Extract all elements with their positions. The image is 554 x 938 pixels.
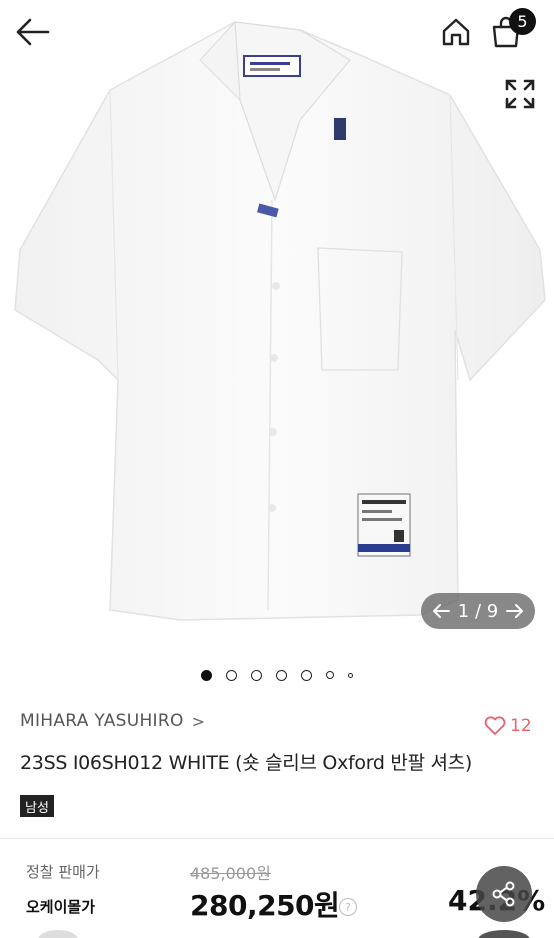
back-button[interactable] [10,10,54,54]
product-image-gallery[interactable]: 5 1 / 9 [0,0,554,650]
previous-image-button[interactable] [431,601,451,621]
heart-icon [484,716,506,735]
like-count: 12 [510,716,532,736]
bottom-bar-element [478,930,530,938]
image-counter-text: 1 / 9 [457,600,499,622]
arrow-right-icon [505,604,523,618]
pagination-dot[interactable] [326,671,334,679]
pagination-dot[interactable] [276,669,287,681]
pagination-dot[interactable] [201,669,212,681]
home-icon [442,18,470,46]
bottom-bar-element [38,930,78,938]
brand-name: MIHARA YASUHIRO [20,711,184,731]
original-price: 485,000원 [190,864,271,883]
sale-price-label: 오케이몰가 [26,898,96,916]
product-image [14,20,546,621]
top-navigation-bar: 5 [0,0,554,109]
image-counter: 1 / 9 [421,593,535,629]
share-icon [492,881,515,907]
sale-price: 280,250원 [190,889,340,922]
help-icon[interactable]: ? [339,898,357,916]
next-image-button[interactable] [505,601,525,621]
gender-badge: 남성 [20,795,54,817]
arrow-left-icon [433,604,450,618]
like-button[interactable]: 12 [484,716,532,736]
chevron-right-icon: > [191,711,206,731]
pagination-dot[interactable] [226,669,237,681]
pagination-dot[interactable] [251,669,262,681]
pagination-dot[interactable] [301,669,312,681]
pagination-dot[interactable] [348,672,353,678]
product-title: 23SS I06SH012 WHITE (숏 슬리브 Oxford 반팔 셔츠) [20,752,472,774]
fullscreen-icon [505,79,535,109]
home-button[interactable] [436,12,476,52]
brand-link[interactable]: MIHARA YASUHIRO > [20,711,205,731]
arrow-left-icon [16,18,50,46]
section-divider [0,838,554,839]
fullscreen-button[interactable] [500,74,540,114]
gallery-pagination [0,664,554,686]
list-price-label: 정찰 판매가 [26,863,100,881]
share-button[interactable] [476,866,532,922]
cart-count-badge: 5 [509,8,536,35]
